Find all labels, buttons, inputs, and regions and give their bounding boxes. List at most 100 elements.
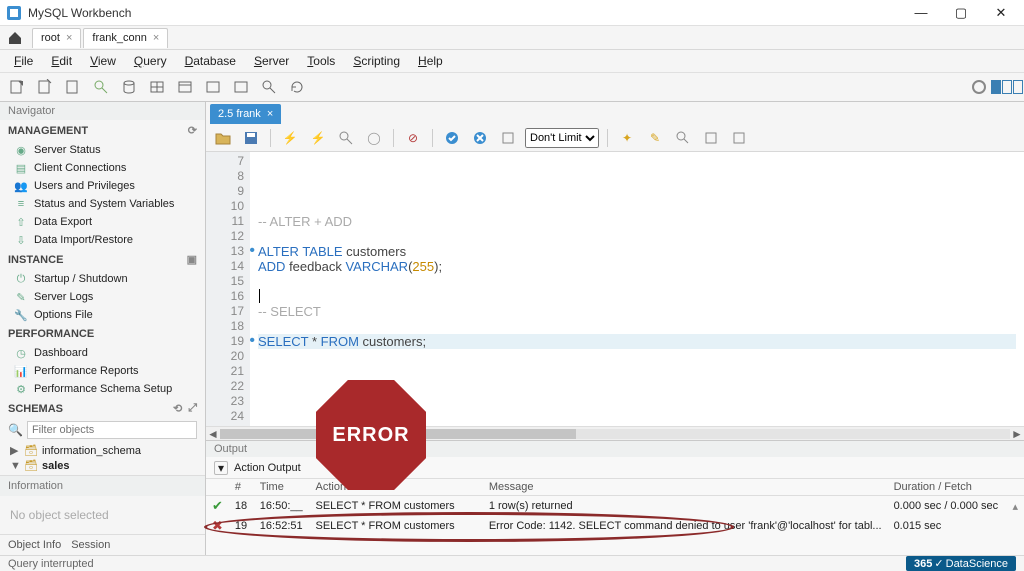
refresh-icon[interactable]: ⟳ [188, 124, 197, 137]
menu-server[interactable]: Server [246, 52, 297, 70]
col-num: # [229, 479, 254, 496]
panel-toggle-icon[interactable] [996, 76, 1018, 98]
line-gutter: 7891011121314151617181920212223242526 [206, 152, 250, 426]
output-panel: Output ▾ Action Output # Time Action Mes… [206, 440, 1024, 555]
schema-refresh-icon[interactable]: ⟲ [173, 402, 182, 415]
reconnect-icon[interactable] [286, 76, 308, 98]
filter-icon: 🔍 [8, 423, 23, 437]
instance-icon[interactable]: ▣ [187, 253, 197, 266]
nav-perf-schema[interactable]: ⚙Performance Schema Setup [0, 380, 205, 398]
menu-file[interactable]: File [6, 52, 41, 70]
collapse-icon[interactable]: ▼ [10, 460, 20, 472]
autocommit-off-icon[interactable] [469, 127, 491, 149]
create-proc-icon[interactable] [202, 76, 224, 98]
scroll-left-icon[interactable]: ◄ [206, 427, 220, 441]
execute-cursor-icon[interactable]: ⚡ [307, 127, 329, 149]
nav-data-import[interactable]: ⇩Data Import/Restore [0, 231, 205, 249]
scroll-right-icon[interactable]: ► [1010, 427, 1024, 441]
sql-tab-active[interactable]: 2.5 frank × [210, 104, 281, 124]
output-dropdown-icon[interactable]: ▾ [214, 461, 228, 475]
commit-icon[interactable]: ⊘ [402, 127, 424, 149]
connection-tab-root[interactable]: root × [32, 28, 81, 48]
nav-perf-reports[interactable]: 📊Performance Reports [0, 362, 205, 380]
main-area: 2.5 frank × ⚡ ⚡ ◯ ⊘ Don't Limit ✦ ✎ [206, 102, 1024, 555]
connection-tab-frank[interactable]: frank_conn × [83, 28, 168, 48]
open-script-icon[interactable] [62, 76, 84, 98]
error-icon: ✖ [212, 518, 223, 533]
reports-icon: 📊 [14, 364, 28, 378]
schema-tree: ▶ 🗃 information_schema ▼ 🗃 sales [0, 441, 205, 475]
menu-scripting[interactable]: Scripting [345, 52, 408, 70]
limit-icon[interactable] [497, 127, 519, 149]
nav-client-connections[interactable]: ▤Client Connections [0, 159, 205, 177]
save-file-icon[interactable] [240, 127, 262, 149]
scrollbar-thumb[interactable] [220, 429, 576, 439]
nav-data-export[interactable]: ⇧Data Export [0, 213, 205, 231]
menu-help[interactable]: Help [410, 52, 451, 70]
power-icon: ⏻ [14, 272, 28, 286]
settings-icon[interactable] [968, 76, 990, 98]
output-dropdown-label[interactable]: Action Output [234, 462, 301, 474]
gear-icon: ⚙ [14, 382, 28, 396]
maximize-button[interactable]: ▢ [950, 2, 972, 24]
nav-server-status[interactable]: ◉Server Status [0, 141, 205, 159]
horizontal-scrollbar[interactable]: ◄ ► [206, 426, 1024, 440]
menu-database[interactable]: Database [177, 52, 244, 70]
toggle-ws-icon[interactable]: ✎ [644, 127, 666, 149]
create-table-icon[interactable] [146, 76, 168, 98]
sql-tab-label: 2.5 frank [218, 108, 261, 120]
menu-edit[interactable]: Edit [43, 52, 80, 70]
execute-icon[interactable]: ⚡ [279, 127, 301, 149]
nav-server-logs[interactable]: ✎Server Logs [0, 288, 205, 306]
wrench-icon: 🔧 [14, 308, 28, 322]
schema-filter-input[interactable] [27, 421, 197, 439]
menu-view[interactable]: View [82, 52, 124, 70]
schema-sales[interactable]: ▼ 🗃 sales [10, 458, 205, 473]
create-func-icon[interactable] [230, 76, 252, 98]
new-sql-tab-icon[interactable] [6, 76, 28, 98]
inspector-icon[interactable] [90, 76, 112, 98]
find-icon[interactable] [672, 127, 694, 149]
menu-tools[interactable]: Tools [299, 52, 343, 70]
expand-icon[interactable]: ▶ [10, 444, 20, 457]
open-file-icon[interactable] [212, 127, 234, 149]
connection-tabs: root × frank_conn × [0, 26, 1024, 50]
close-icon[interactable]: × [267, 108, 273, 120]
output-header: Output [214, 443, 247, 455]
beautify-icon[interactable]: ✦ [616, 127, 638, 149]
tab-object-info[interactable]: Object Info [8, 539, 61, 551]
tab-session[interactable]: Session [71, 539, 110, 551]
home-icon[interactable] [4, 27, 26, 49]
snippets-icon[interactable] [728, 127, 750, 149]
create-view-icon[interactable] [174, 76, 196, 98]
nav-options-file[interactable]: 🔧Options File [0, 306, 205, 324]
output-row[interactable]: ✔1816:50:__SELECT * FROM customers1 row(… [206, 496, 1024, 517]
no-object-text: No object selected [0, 496, 205, 534]
nav-users-privileges[interactable]: 👥Users and Privileges [0, 177, 205, 195]
nav-startup-shutdown[interactable]: ⏻Startup / Shutdown [0, 270, 205, 288]
create-schema-icon[interactable] [118, 76, 140, 98]
wrap-icon[interactable] [700, 127, 722, 149]
explain-icon[interactable] [335, 127, 357, 149]
minimize-button[interactable]: — [910, 2, 932, 24]
schema-expand-icon[interactable]: ⤢ [188, 402, 197, 415]
dashboard-icon: ◷ [14, 346, 28, 360]
close-icon[interactable]: × [153, 32, 159, 44]
sql-editor[interactable]: 7891011121314151617181920212223242526 --… [206, 152, 1024, 426]
autocommit-on-icon[interactable] [441, 127, 463, 149]
close-icon[interactable]: × [66, 32, 72, 44]
performance-header: PERFORMANCE [8, 328, 94, 340]
search-icon[interactable] [258, 76, 280, 98]
open-sql-icon[interactable] [34, 76, 56, 98]
app-title: MySQL Workbench [28, 6, 131, 20]
close-button[interactable]: ✕ [990, 2, 1012, 24]
limit-select[interactable]: Don't Limit [525, 128, 599, 148]
output-row[interactable]: ✖1916:52:51SELECT * FROM customersError … [206, 516, 1024, 536]
schema-information-schema[interactable]: ▶ 🗃 information_schema [10, 443, 205, 458]
nav-dashboard[interactable]: ◷Dashboard [0, 344, 205, 362]
menu-query[interactable]: Query [126, 52, 175, 70]
nav-status-variables[interactable]: ≡Status and System Variables [0, 195, 205, 213]
code-area[interactable]: -- ALTER + ADDALTER TABLE customersADD f… [250, 152, 1024, 426]
server-icon: ◉ [14, 143, 28, 157]
stop-icon[interactable]: ◯ [363, 127, 385, 149]
